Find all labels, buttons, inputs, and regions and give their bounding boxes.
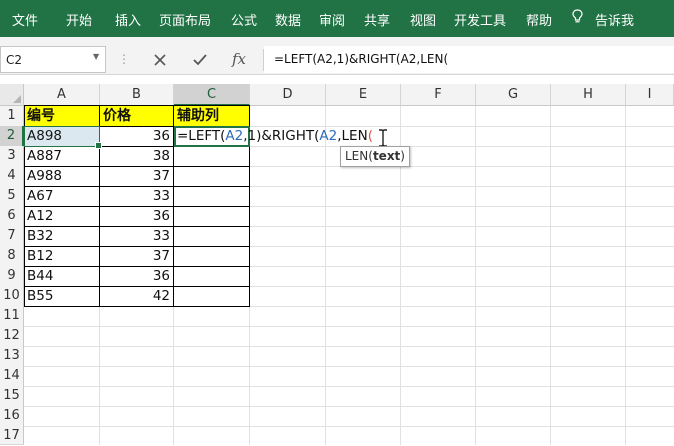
table-cell-code[interactable]: B12 — [24, 246, 100, 267]
row-header-3[interactable]: 3 — [0, 146, 24, 167]
header-cell-helper[interactable]: 辅助列 — [174, 106, 250, 127]
tab-help[interactable]: 帮助 — [526, 10, 552, 29]
name-box-value: C2 — [6, 53, 23, 67]
table-cell-price[interactable]: 33 — [100, 226, 174, 247]
tab-home[interactable]: 开始 — [66, 10, 92, 29]
column-header-e[interactable]: E — [326, 84, 401, 106]
table-cell-helper[interactable] — [174, 226, 250, 247]
tab-formulas[interactable]: 公式 — [231, 10, 257, 29]
table-cell-helper[interactable] — [174, 246, 250, 267]
table-cell-code[interactable]: A988 — [24, 166, 100, 187]
row-header-7[interactable]: 7 — [0, 226, 24, 247]
tooltip-function: LEN( — [345, 149, 373, 163]
row-header-10[interactable]: 10 — [0, 286, 24, 307]
table-cell-helper[interactable] — [174, 266, 250, 287]
tab-file[interactable]: 文件 — [12, 10, 38, 29]
tooltip-argument[interactable]: text — [373, 149, 400, 163]
table-cell-code[interactable]: A887 — [24, 146, 100, 167]
column-header-a[interactable]: A — [24, 84, 100, 106]
name-box[interactable]: C2 ▼ — [0, 46, 106, 73]
formula-ref-a2: A2 — [319, 128, 338, 144]
formula-ref-a2: A2 — [225, 128, 244, 144]
tab-view[interactable]: 视图 — [410, 10, 436, 29]
table-cell-price[interactable]: 36 — [100, 126, 174, 147]
table-cell-code[interactable]: B32 — [24, 226, 100, 247]
ribbon-gap — [0, 37, 674, 46]
check-icon — [193, 54, 207, 66]
row-header-9[interactable]: 9 — [0, 266, 24, 287]
table-cell-helper[interactable] — [174, 186, 250, 207]
column-header-h[interactable]: H — [551, 84, 626, 106]
table-cell-price[interactable]: 37 — [100, 166, 174, 187]
formula-input-value: =LEFT(A2,1)&RIGHT(A2,LEN( — [274, 52, 449, 66]
formula-part: =LEFT( — [177, 128, 226, 144]
table-cell-price[interactable]: 36 — [100, 206, 174, 227]
cancel-button[interactable] — [148, 48, 172, 72]
table-cell-code[interactable]: B44 — [24, 266, 100, 287]
row-header-17[interactable]: 17 — [0, 426, 24, 445]
formula-open-paren: ( — [367, 128, 373, 144]
header-cell-price[interactable]: 价格 — [100, 106, 174, 127]
table-cell-code[interactable]: B55 — [24, 286, 100, 307]
tab-page-layout[interactable]: 页面布局 — [159, 10, 211, 29]
insert-function-button[interactable]: fx — [232, 50, 246, 68]
row-header-16[interactable]: 16 — [0, 406, 24, 427]
table-cell-price[interactable]: 37 — [100, 246, 174, 267]
formula-part: ,LEN — [337, 128, 368, 144]
formula-input[interactable]: =LEFT(A2,1)&RIGHT(A2,LEN( — [264, 46, 674, 73]
table-cell-helper[interactable] — [174, 146, 250, 167]
row-header-15[interactable]: 15 — [0, 386, 24, 407]
tab-developer[interactable]: 开发工具 — [454, 10, 506, 29]
column-header-i[interactable]: I — [626, 84, 674, 106]
column-header-f[interactable]: F — [401, 84, 476, 106]
column-header-c[interactable]: C — [174, 84, 250, 106]
table-cell-price[interactable]: 33 — [100, 186, 174, 207]
tab-review[interactable]: 审阅 — [319, 10, 345, 29]
header-cell-code[interactable]: 编号 — [24, 106, 100, 127]
row-header-4[interactable]: 4 — [0, 166, 24, 187]
enter-button[interactable] — [188, 48, 212, 72]
tell-me-search[interactable]: 告诉我 — [595, 10, 634, 29]
column-header-b[interactable]: B — [100, 84, 174, 106]
lightbulb-icon — [572, 9, 583, 23]
row-header-11[interactable]: 11 — [0, 306, 24, 327]
reference-highlight-a2 — [24, 126, 102, 149]
table-cell-helper[interactable] — [174, 166, 250, 187]
tab-share[interactable]: 共享 — [364, 10, 390, 29]
formula-bar: C2 ▼ ⋮ fx =LEFT(A2,1)&RIGHT(A2,LEN( — [0, 46, 674, 75]
select-all-corner[interactable] — [0, 84, 24, 106]
table-cell-price[interactable]: 38 — [100, 146, 174, 167]
row-header-14[interactable]: 14 — [0, 366, 24, 387]
close-icon — [154, 54, 166, 66]
formula-part: ,1)&RIGHT( — [243, 128, 320, 144]
chevron-down-icon[interactable]: ▼ — [93, 52, 99, 61]
row-header-5[interactable]: 5 — [0, 186, 24, 207]
column-header-d[interactable]: D — [250, 84, 326, 106]
table-cell-helper[interactable] — [174, 206, 250, 227]
function-tooltip[interactable]: LEN(text) — [340, 146, 410, 167]
table-cell-price[interactable]: 36 — [100, 266, 174, 287]
row-header-2[interactable]: 2 — [0, 126, 24, 147]
tab-data[interactable]: 数据 — [275, 10, 301, 29]
table-border-top — [24, 105, 250, 106]
table-cell-price[interactable]: 42 — [100, 286, 174, 307]
ribbon-tabs: 文件 开始 插入 页面布局 公式 数据 审阅 共享 视图 开发工具 帮助 告诉我 — [0, 0, 674, 37]
in-cell-formula[interactable]: =LEFT(A2,1)&RIGHT(A2,LEN( — [177, 127, 373, 145]
tooltip-close: ) — [400, 149, 405, 163]
row-header-8[interactable]: 8 — [0, 246, 24, 267]
table-cell-code[interactable]: A67 — [24, 186, 100, 207]
row-header-1[interactable]: 1 — [0, 106, 24, 127]
row-header-13[interactable]: 13 — [0, 346, 24, 367]
row-header-6[interactable]: 6 — [0, 206, 24, 227]
drag-handle-icon[interactable]: ⋮ — [118, 52, 130, 66]
text-cursor-icon — [379, 129, 387, 147]
table-cell-helper[interactable] — [174, 286, 250, 307]
row-header-12[interactable]: 12 — [0, 326, 24, 347]
tab-insert[interactable]: 插入 — [115, 10, 141, 29]
column-header-g[interactable]: G — [476, 84, 551, 106]
table-cell-code[interactable]: A12 — [24, 206, 100, 227]
grid-gap — [0, 75, 674, 84]
